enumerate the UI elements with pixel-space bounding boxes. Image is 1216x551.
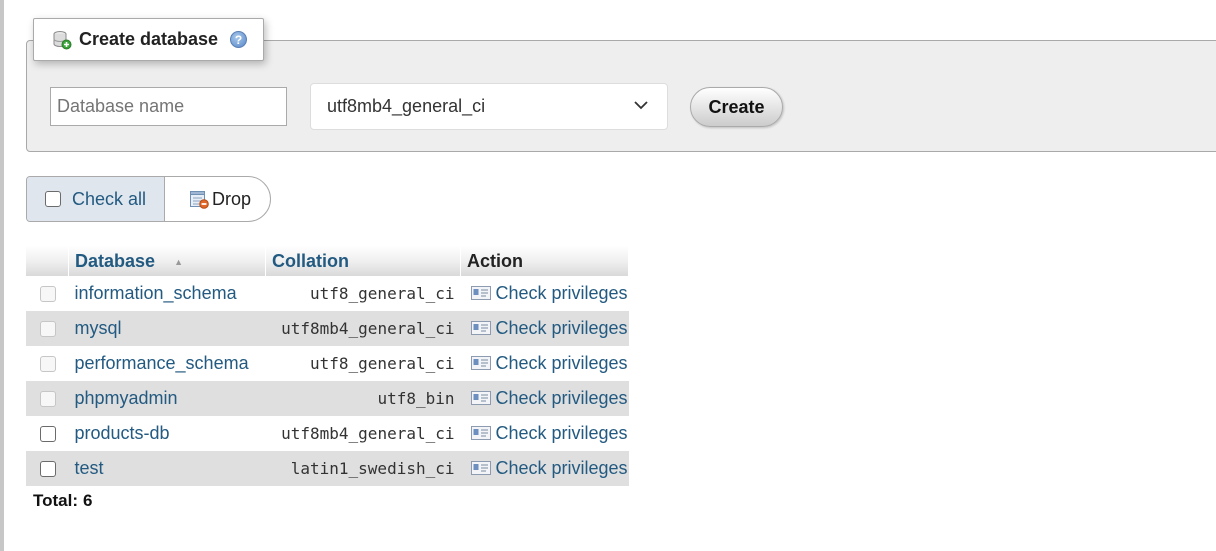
- privileges-icon: [470, 391, 491, 405]
- check-privileges-label: Check privileges: [495, 353, 628, 373]
- table-row: mysql utf8mb4_general_ci Check privilege…: [26, 311, 629, 346]
- header-database[interactable]: Database ▲: [68, 246, 266, 276]
- create-database-title: Create database: [79, 29, 219, 49]
- check-all-control[interactable]: Check all: [27, 177, 165, 221]
- header-checkbox-cell: [26, 246, 69, 276]
- privileges-icon: [470, 286, 491, 300]
- collation-select[interactable]: utf8mb4_general_ci: [310, 83, 668, 130]
- row-checkbox-cell: [26, 311, 69, 346]
- left-frame-edge: [0, 0, 4, 551]
- row-checkbox[interactable]: [40, 426, 57, 443]
- chevron-down-icon: [634, 101, 648, 110]
- database-name-input[interactable]: [50, 87, 287, 126]
- collation-link[interactable]: utf8_bin: [265, 381, 461, 416]
- check-privileges-link[interactable]: Check privileges: [461, 416, 629, 451]
- database-name-link[interactable]: phpmyadmin: [68, 381, 266, 416]
- total-label: Total:: [33, 491, 79, 510]
- collation-link[interactable]: utf8_general_ci: [266, 346, 461, 381]
- drop-button[interactable]: Drop: [165, 177, 251, 221]
- check-privileges-link[interactable]: Check privileges: [460, 451, 629, 486]
- row-checkbox-cell: [26, 276, 69, 311]
- collation-link[interactable]: utf8_general_ci: [266, 276, 461, 311]
- check-privileges-label: Check privileges: [495, 388, 628, 408]
- header-action-label: Action: [467, 250, 523, 271]
- row-checkbox-cell: [26, 416, 69, 451]
- table-row: phpmyadmin utf8_bin Check privileges: [26, 381, 629, 416]
- table-header-row: Database ▲ Collation Action: [26, 246, 629, 276]
- check-privileges-link[interactable]: Check privileges: [461, 276, 629, 311]
- collation-selected-value: utf8mb4_general_ci: [327, 96, 486, 116]
- check-privileges-link[interactable]: Check privileges: [460, 381, 629, 416]
- database-name-link[interactable]: performance_schema: [69, 346, 266, 381]
- sort-ascending-icon: ▲: [174, 256, 183, 267]
- privileges-icon: [470, 321, 491, 335]
- database-name-link[interactable]: information_schema: [69, 276, 266, 311]
- table-row: information_schema utf8_general_ci Check…: [26, 276, 629, 311]
- check-privileges-label: Check privileges: [495, 283, 628, 303]
- total-value: 6: [83, 491, 93, 510]
- check-privileges-label: Check privileges: [495, 423, 628, 443]
- row-checkbox: [40, 356, 57, 373]
- table-row: products-db utf8mb4_general_ci Check pri…: [26, 416, 629, 451]
- create-button[interactable]: Create: [690, 87, 783, 127]
- help-icon[interactable]: ?: [230, 31, 248, 48]
- database-name-link[interactable]: mysql: [68, 311, 266, 346]
- drop-label: Drop: [212, 188, 252, 209]
- privileges-icon: [470, 426, 491, 440]
- databases-table: Database ▲ Collation Action information_…: [26, 246, 629, 486]
- header-action: Action: [460, 246, 629, 276]
- check-privileges-link[interactable]: Check privileges: [461, 346, 629, 381]
- database-name-link[interactable]: products-db: [69, 416, 266, 451]
- header-collation-label: Collation: [272, 250, 349, 271]
- header-collation[interactable]: Collation: [265, 246, 461, 276]
- check-privileges-label: Check privileges: [495, 318, 628, 338]
- drop-icon: [190, 191, 209, 209]
- total-summary: Total: 6: [33, 491, 92, 511]
- collation-link[interactable]: utf8mb4_general_ci: [265, 311, 461, 346]
- check-privileges-label: Check privileges: [495, 458, 628, 478]
- header-database-label: Database: [75, 250, 156, 271]
- check-privileges-link[interactable]: Check privileges: [460, 311, 629, 346]
- row-checkbox-cell: [26, 346, 69, 381]
- privileges-icon: [470, 461, 491, 475]
- create-button-label: Create: [708, 96, 765, 117]
- row-checkbox: [40, 286, 57, 303]
- row-checkbox[interactable]: [40, 461, 57, 478]
- table-row: test latin1_swedish_ci Check privileges: [26, 451, 629, 486]
- collation-link[interactable]: latin1_swedish_ci: [265, 451, 461, 486]
- row-checkbox-cell: [26, 381, 69, 416]
- table-row: performance_schema utf8_general_ci Check…: [26, 346, 629, 381]
- check-all-label: Check all: [72, 188, 147, 209]
- database-add-icon: [53, 30, 72, 49]
- privileges-icon: [470, 356, 491, 370]
- row-checkbox-cell: [26, 451, 69, 486]
- collation-link[interactable]: utf8mb4_general_ci: [266, 416, 461, 451]
- row-checkbox: [40, 321, 57, 338]
- create-database-legend: Create database ?: [33, 18, 264, 61]
- database-name-link[interactable]: test: [68, 451, 266, 486]
- bulk-actions-group: Check all Drop: [26, 176, 271, 222]
- check-all-checkbox[interactable]: [45, 191, 61, 207]
- row-checkbox: [40, 391, 57, 408]
